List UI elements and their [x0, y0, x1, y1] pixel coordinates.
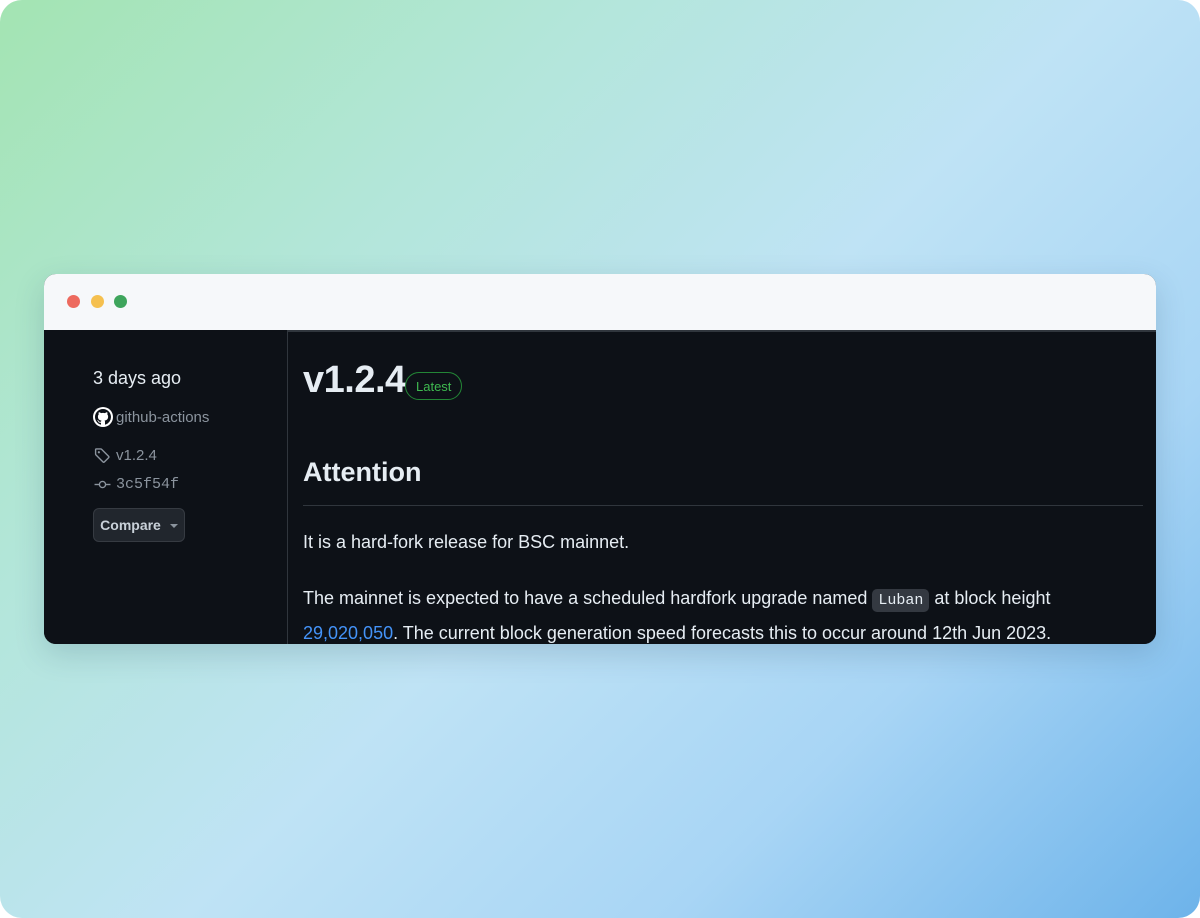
- release-sidebar: 3 days ago github-actions v1.2.4 3c5f54f…: [44, 330, 287, 644]
- section-heading: Attention: [303, 457, 422, 487]
- sidebar-divider: [287, 332, 288, 644]
- release-author[interactable]: github-actions: [93, 407, 209, 427]
- minimize-window-button[interactable]: [91, 295, 104, 308]
- code-luban: Luban: [872, 589, 930, 612]
- git-commit-icon: [93, 475, 111, 493]
- close-window-button[interactable]: [67, 295, 80, 308]
- release-body: v1.2.4 Latest Attention It is a hard-for…: [303, 330, 1143, 644]
- commit-hash: 3c5f54f: [116, 475, 180, 493]
- heading-divider: [303, 505, 1143, 506]
- latest-badge: Latest: [405, 372, 463, 400]
- browser-window: 3 days ago github-actions v1.2.4 3c5f54f…: [44, 274, 1156, 644]
- window-titlebar: [44, 274, 1156, 330]
- author-name: github-actions: [116, 408, 210, 426]
- release-date: 3 days ago: [93, 368, 182, 388]
- release-note-paragraph-2: The mainnet is expected to have a schedu…: [303, 582, 1143, 644]
- release-title[interactable]: v1.2.4: [303, 359, 406, 402]
- para2-text-middle: at block height: [929, 588, 1051, 608]
- tag-icon: [93, 446, 111, 464]
- release-page: 3 days ago github-actions v1.2.4 3c5f54f…: [44, 330, 1156, 644]
- caret-down-icon: [169, 524, 178, 528]
- release-note-paragraph: It is a hard-fork release for BSC mainne…: [303, 532, 630, 552]
- github-icon: [93, 407, 113, 427]
- block-height-link[interactable]: 29,020,050: [303, 623, 393, 643]
- release-commit[interactable]: 3c5f54f: [93, 475, 179, 493]
- para2-text-end: . The current block generation speed for…: [393, 623, 1052, 643]
- release-tag[interactable]: v1.2.4: [93, 446, 157, 464]
- compare-button[interactable]: Compare: [93, 508, 185, 542]
- para2-text-start: The mainnet is expected to have a schedu…: [303, 588, 873, 608]
- compare-label: Compare: [100, 517, 161, 533]
- tag-label: v1.2.4: [116, 446, 157, 464]
- maximize-window-button[interactable]: [114, 295, 127, 308]
